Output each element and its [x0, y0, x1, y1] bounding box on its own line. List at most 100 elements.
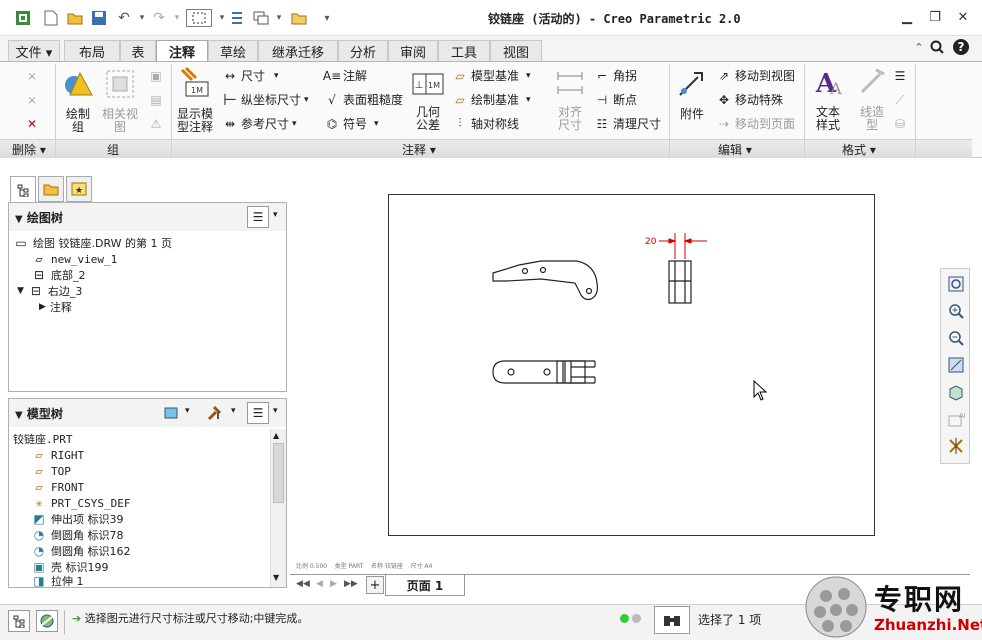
select-box-icon[interactable]: [186, 9, 212, 27]
search-icon[interactable]: [928, 38, 946, 56]
new-file-icon[interactable]: [42, 9, 60, 27]
tab-folder-icon[interactable]: [38, 176, 64, 202]
line-style-label[interactable]: 线造型: [852, 106, 892, 132]
redo-dropdown-icon[interactable]: ▾: [168, 9, 186, 27]
tab-file[interactable]: 文件 ▾: [8, 40, 60, 61]
zoom-in-icon[interactable]: [945, 300, 967, 322]
close-folder-icon[interactable]: [290, 9, 308, 27]
drawing-tree-title[interactable]: ▼ 绘图树: [15, 209, 63, 226]
breakpoint-button[interactable]: ⊣ 断点: [594, 91, 637, 108]
align-dimensions-label[interactable]: 对齐 尺寸: [554, 106, 586, 132]
tree-settings-icon[interactable]: ☰: [247, 402, 269, 424]
tree-settings-dropdown-icon[interactable]: ▾: [273, 406, 278, 416]
tab-annotate[interactable]: 注释: [156, 40, 208, 62]
tab-layout[interactable]: 布局: [64, 40, 120, 61]
undo-dropdown-icon[interactable]: ▾: [133, 9, 151, 27]
model-item-right[interactable]: ▱ RIGHT: [31, 447, 84, 463]
reference-dimension-button[interactable]: ⇹ 参考尺寸 ▾: [222, 115, 297, 132]
scroll-up-icon[interactable]: ▲: [273, 431, 279, 440]
windows-dropdown-icon[interactable]: ▾: [270, 9, 288, 27]
expand-triangle-icon[interactable]: ▼: [17, 286, 24, 296]
toggle-navigator-icon[interactable]: [8, 610, 30, 632]
text-style-icon[interactable]: AA: [812, 66, 844, 98]
tab-view[interactable]: 视图: [490, 40, 542, 61]
tab-favorites-icon[interactable]: ★: [66, 176, 92, 202]
geometric-tolerance-label[interactable]: 几何 公差: [412, 106, 444, 132]
cleanup-dimensions-button[interactable]: ☷ 清理尺寸: [594, 115, 661, 132]
tree-item-drawing[interactable]: ▭ 绘图 铰链座.DRW 的第 1 页: [13, 235, 172, 251]
text-style-label[interactable]: 文本 样式: [812, 106, 844, 132]
group-label-delete[interactable]: 删除 ▾: [12, 141, 46, 158]
tools-dropdown-icon[interactable]: ▾: [231, 406, 236, 416]
erase-icon[interactable]: ⨯: [24, 68, 40, 84]
regenerate-icon[interactable]: [228, 9, 246, 27]
dimension-button[interactable]: ↔ 尺寸 ▾: [222, 67, 279, 84]
tree-item-annotation[interactable]: ▶ 注释: [39, 299, 72, 315]
last-page-icon[interactable]: ▶▶: [344, 579, 358, 589]
collapse-ribbon-icon[interactable]: ⌃: [910, 38, 928, 56]
reference-dropdown-icon[interactable]: ▾: [292, 119, 297, 129]
find-icon[interactable]: [654, 606, 690, 634]
display-style-icon[interactable]: [945, 381, 967, 403]
align-dimensions-icon[interactable]: [554, 68, 586, 100]
ordinate-dropdown-icon[interactable]: ▾: [304, 95, 309, 105]
add-page-icon[interactable]: +: [366, 576, 384, 594]
close-icon[interactable]: ✕: [952, 8, 974, 26]
delete-shown-icon[interactable]: ⨯: [24, 92, 40, 108]
format-option-icon-1[interactable]: ☰: [892, 68, 908, 84]
symbol-dropdown-icon[interactable]: ▾: [374, 119, 379, 129]
related-view-label[interactable]: 相关视图: [100, 108, 140, 134]
repaint-icon[interactable]: [945, 354, 967, 376]
model-datum-dropdown-icon[interactable]: ▾: [526, 71, 531, 81]
group-label-annotate[interactable]: 注释 ▾: [402, 141, 436, 158]
tab-review[interactable]: 审阅: [388, 40, 438, 61]
tab-tools[interactable]: 工具: [438, 40, 490, 61]
first-page-icon[interactable]: ◀◀: [296, 579, 310, 589]
show-model-annotations-label[interactable]: 显示模 型注释: [174, 108, 216, 134]
prev-page-icon[interactable]: ◀: [316, 579, 323, 589]
open-folder-icon[interactable]: [66, 9, 84, 27]
drawing-sheet[interactable]: 20: [388, 194, 875, 536]
tab-tree-icon[interactable]: [10, 176, 36, 202]
tab-legacy-migration[interactable]: 继承迁移: [258, 40, 338, 61]
jog-button[interactable]: ⌐ 角拐: [594, 67, 637, 84]
axis-symmetry-button[interactable]: ⫶ 轴对称线: [452, 115, 519, 132]
expand-arrow-icon[interactable]: ▶: [39, 302, 46, 312]
restore-icon[interactable]: ❐: [924, 8, 946, 26]
model-item-protrusion[interactable]: ◩ 伸出项 标识39: [31, 511, 123, 527]
datum-display-icon[interactable]: AB: [945, 408, 967, 430]
redo-icon[interactable]: ↷: [150, 9, 168, 27]
group-label-format[interactable]: 格式 ▾: [842, 141, 876, 158]
toggle-browser-icon[interactable]: [36, 610, 58, 632]
model-item-round-162[interactable]: ◔ 倒圆角 标识162: [31, 543, 131, 559]
minimize-icon[interactable]: ▁: [896, 8, 918, 26]
help-icon[interactable]: ?: [952, 38, 970, 56]
model-tree-scrollbar[interactable]: ▲ ▼: [270, 429, 286, 587]
model-item-csys[interactable]: ✳ PRT_CSYS_DEF: [31, 495, 130, 511]
group-label-edit[interactable]: 编辑 ▾: [718, 141, 752, 158]
symbol-button[interactable]: ⌬ 符号 ▾: [324, 115, 379, 132]
undo-icon[interactable]: ↶: [115, 9, 133, 27]
tree-settings-icon[interactable]: ☰: [247, 206, 269, 228]
annotation-display-icon[interactable]: [945, 435, 967, 457]
model-item-front[interactable]: ▱ FRONT: [31, 479, 84, 495]
note-button[interactable]: A≡ 注解: [323, 67, 367, 84]
delete-icon[interactable]: ✕: [24, 116, 40, 132]
tab-analysis[interactable]: 分析: [338, 40, 388, 61]
move-to-view-button[interactable]: ⇗ 移动到视图: [716, 67, 795, 84]
page-tab-1[interactable]: 页面 1: [385, 575, 465, 596]
show-model-annotations-icon[interactable]: 1M: [178, 66, 210, 98]
scroll-down-icon[interactable]: ▼: [273, 573, 279, 582]
move-to-page-button[interactable]: ⇢ 移动到页面: [716, 115, 795, 132]
attachment-label[interactable]: 附件: [676, 108, 708, 121]
draft-datum-button[interactable]: ▱ 绘制基准 ▾: [452, 91, 531, 108]
model-tree-root[interactable]: 铰链座.PRT: [13, 431, 73, 447]
refit-icon[interactable]: [945, 273, 967, 295]
draw-group-label[interactable]: 绘制组: [62, 108, 94, 134]
format-option-icon-2[interactable]: ⟋: [892, 92, 908, 108]
draft-datum-dropdown-icon[interactable]: ▾: [526, 95, 531, 105]
draw-group-icon[interactable]: [62, 68, 94, 100]
model-item-top[interactable]: ▱ TOP: [31, 463, 71, 479]
creo-logo-icon[interactable]: [14, 9, 32, 27]
format-option-icon-3[interactable]: ⛁: [892, 116, 908, 132]
